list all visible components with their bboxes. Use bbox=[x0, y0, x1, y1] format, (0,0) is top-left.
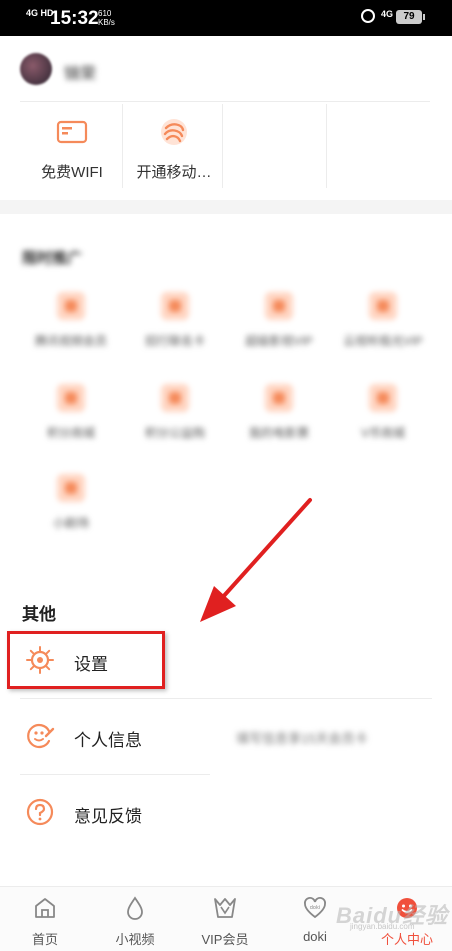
tab-vip[interactable]: VIP会员 bbox=[180, 887, 270, 951]
tab-label: doki bbox=[303, 929, 327, 944]
watermark-url: jingyan.baidu.com bbox=[350, 922, 415, 931]
tab-home[interactable]: 首页 bbox=[0, 887, 90, 951]
tab-label: 首页 bbox=[31, 932, 58, 947]
drop-icon bbox=[127, 896, 143, 920]
vip-crown-icon bbox=[214, 898, 236, 918]
tab-short-video[interactable]: 小视频 bbox=[90, 887, 180, 951]
tab-label: 个人中心 bbox=[380, 932, 433, 947]
svg-text:doki: doki bbox=[310, 905, 321, 911]
doki-heart-icon: doki bbox=[304, 897, 326, 919]
tab-label: VIP会员 bbox=[201, 932, 249, 947]
home-icon bbox=[35, 898, 55, 918]
tab-label: 小视频 bbox=[115, 932, 155, 947]
annotation-arrow bbox=[200, 498, 312, 622]
